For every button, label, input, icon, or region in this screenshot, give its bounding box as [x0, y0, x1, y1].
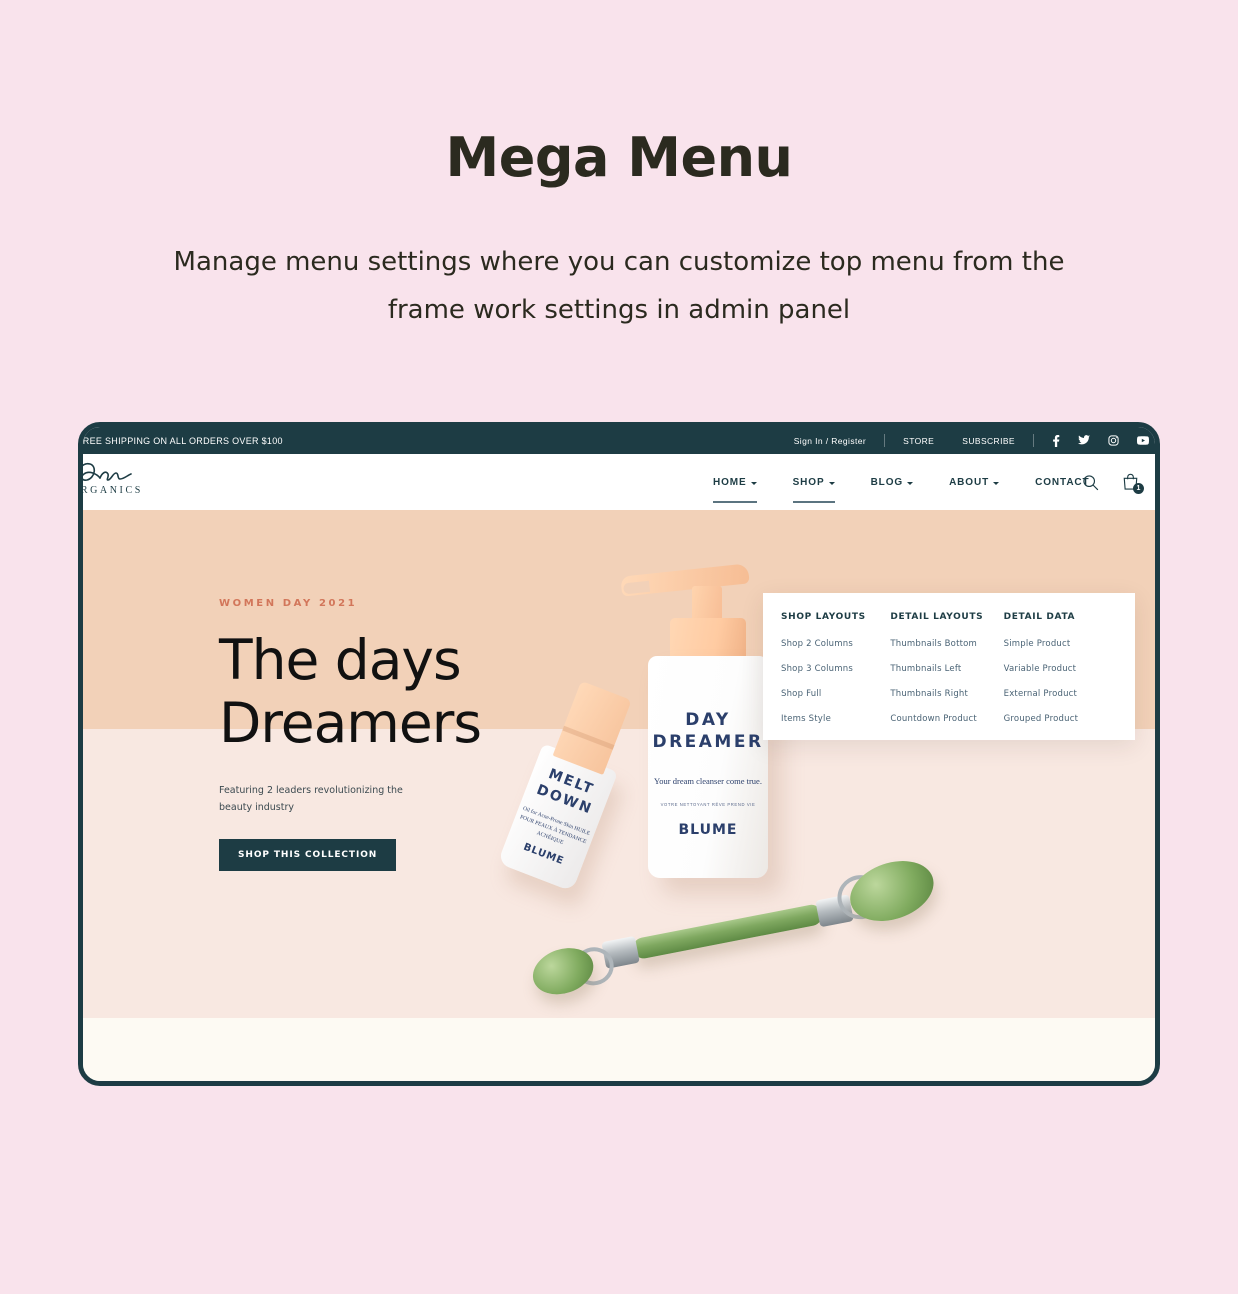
social-links: [1038, 434, 1153, 447]
mega-link-items-style[interactable]: Items Style: [781, 714, 890, 724]
shop-collection-button[interactable]: SHOP THIS COLLECTION: [219, 838, 397, 871]
mega-link-thumbnails-right[interactable]: Thumbnails Right: [890, 689, 1003, 699]
cart-icon[interactable]: 1: [1122, 473, 1144, 494]
cleanser-tagline: Your dream cleanser come true.: [654, 776, 762, 786]
nav-item-home[interactable]: HOME: [695, 454, 775, 510]
cart-count-badge: 1: [1133, 483, 1144, 494]
mega-link-thumbnails-left[interactable]: Thumbnails Left: [890, 664, 1003, 674]
announcement-text: FREE SHIPPING ON ALL ORDERS OVER $100: [78, 435, 283, 446]
chevron-down-icon: [907, 481, 914, 485]
cleanser-pump-head: [620, 563, 750, 597]
logo-script-icon: [83, 460, 225, 486]
mega-column-detail-data: DETAIL DATA Simple Product Variable Prod…: [1004, 612, 1113, 740]
cleanser-bottle-body: [648, 656, 768, 878]
page-subtitle: Manage menu settings where you can custo…: [173, 247, 1065, 325]
mega-link-thumbnails-bottom[interactable]: Thumbnails Bottom: [890, 639, 1003, 649]
nav-item-blog-label: BLOG: [870, 476, 904, 488]
mega-heading-detail-data: DETAIL DATA: [1003, 612, 1076, 622]
cleanser-name-line1: DAY: [685, 710, 731, 730]
nav-item-shop-label: SHOP: [792, 476, 825, 488]
hero-subtext: Featuring 2 leaders revolutionizing the …: [219, 784, 403, 814]
mega-menu-panel: SHOP LAYOUTS Shop 2 Columns Shop 3 Colum…: [763, 593, 1135, 740]
hero-headline-line1: The days: [219, 628, 462, 692]
roller-stone-large: [842, 850, 942, 932]
mega-link-shop-full[interactable]: Shop Full: [781, 689, 890, 699]
hero-banner: MELT DOWN Oil for Acne-Prone Skin HUILE …: [83, 510, 1155, 1081]
nav-item-about-label: ABOUT: [949, 476, 990, 488]
chevron-down-icon: [993, 481, 1000, 485]
youtube-icon[interactable]: [1137, 436, 1149, 445]
mega-heading-shop-layouts: SHOP LAYOUTS: [781, 612, 866, 622]
nav-item-shop[interactable]: SHOP: [775, 454, 853, 510]
mega-link-countdown-product[interactable]: Countdown Product: [890, 714, 1003, 724]
search-icon[interactable]: [1082, 474, 1099, 491]
site-logo[interactable]: ORGANICS: [78, 460, 225, 496]
chevron-down-icon: [750, 481, 757, 485]
topbar-right-group: Sign In / Register STORE SUBSCRIBE: [780, 427, 1153, 454]
mega-link-grouped-product[interactable]: Grouped Product: [1004, 714, 1113, 724]
primary-nav: HOME SHOP BLOG ABOUT CONTACT: [695, 454, 1108, 510]
announcement-topbar: FREE SHIPPING ON ALL ORDERS OVER $100 Si…: [83, 427, 1155, 454]
hero-headline: The days Dreamers: [219, 628, 579, 756]
nav-icon-group: 1: [1082, 473, 1144, 494]
cleanser-tagline-fr: VOTRE NETTOYANT RÊVE PREND VIE: [660, 802, 756, 807]
nav-item-about[interactable]: ABOUT: [931, 454, 1017, 510]
topbar-divider-1: [884, 434, 886, 447]
nav-item-home-label: HOME: [713, 476, 747, 488]
sign-in-register-link[interactable]: Sign In / Register: [780, 436, 880, 446]
mega-link-variable-product[interactable]: Variable Product: [1004, 664, 1113, 674]
hero-headline-line2: Dreamers: [219, 691, 482, 756]
browser-frame-preview: FREE SHIPPING ON ALL ORDERS OVER $100 Si…: [78, 422, 1160, 1086]
page-header: Mega Menu Manage menu settings where you…: [0, 0, 1238, 334]
mega-column-shop-layouts: SHOP LAYOUTS Shop 2 Columns Shop 3 Colum…: [781, 612, 890, 740]
twitter-icon[interactable]: [1078, 435, 1090, 446]
mega-link-shop-3-columns[interactable]: Shop 3 Columns: [781, 664, 890, 674]
cleanser-name-line2: DREAMER: [652, 732, 764, 752]
mega-link-simple-product[interactable]: Simple Product: [1004, 639, 1113, 649]
mega-link-shop-2-columns[interactable]: Shop 2 Columns: [781, 639, 890, 649]
chevron-down-icon: [828, 481, 835, 485]
topbar-link-subscribe[interactable]: SUBSCRIBE: [948, 436, 1029, 446]
mega-heading-detail-layouts: DETAIL LAYOUTS: [890, 612, 984, 622]
mega-link-external-product[interactable]: External Product: [1004, 689, 1113, 699]
cleanser-brand: BLUME: [678, 822, 738, 838]
hero-eyebrow: WOMEN DAY 2021: [219, 598, 358, 609]
hero-copy-block: WOMEN DAY 2021 The days Dreamers Featuri…: [219, 598, 579, 871]
logo-wordmark: ORGANICS: [78, 485, 143, 496]
page-title: Mega Menu: [445, 126, 793, 189]
roller-handle: [631, 902, 824, 961]
topbar-link-store[interactable]: STORE: [889, 436, 948, 446]
topbar-divider-2: [1033, 434, 1034, 447]
facebook-icon[interactable]: [1052, 434, 1060, 447]
nav-item-blog[interactable]: BLOG: [853, 454, 932, 510]
instagram-icon[interactable]: [1108, 435, 1119, 446]
mega-column-detail-layouts: DETAIL LAYOUTS Thumbnails Bottom Thumbna…: [890, 612, 1003, 740]
main-navbar: ORGANICS HOME SHOP BLOG ABOUT CONTACT 1: [83, 454, 1155, 510]
